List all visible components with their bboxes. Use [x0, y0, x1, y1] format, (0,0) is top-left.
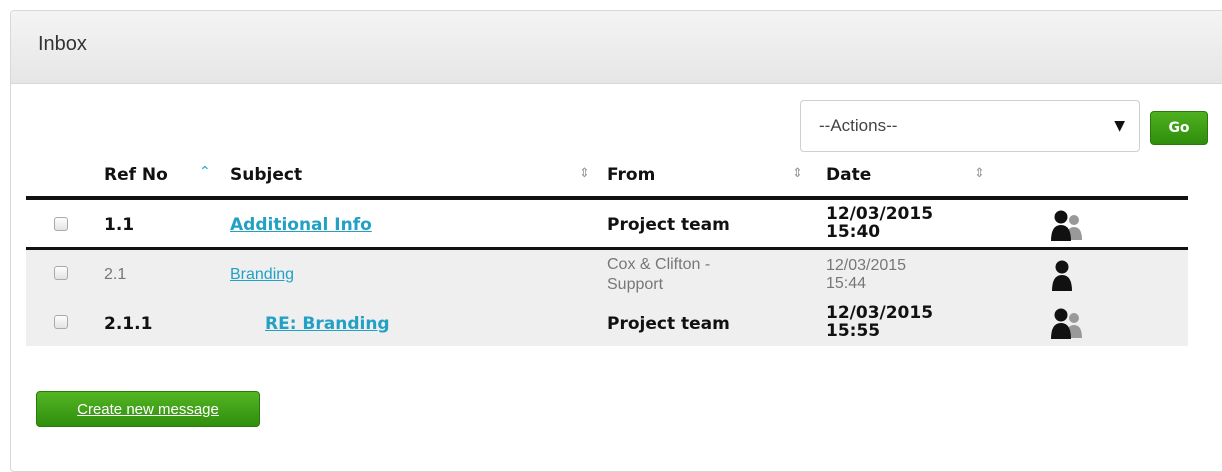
row-date: 12/03/2015 — [826, 204, 934, 224]
sort-icon[interactable]: ⇕ — [974, 166, 985, 181]
row-checkbox[interactable] — [54, 266, 68, 280]
row-ref: 2.1.1 — [104, 314, 153, 334]
group-users-icon — [1051, 210, 1082, 241]
row-from-line2: Support — [607, 276, 664, 293]
sort-asc-icon[interactable]: ⌃ — [199, 164, 211, 180]
actions-select-value: --Actions-- — [819, 116, 898, 135]
row-from-line1: Cox & Clifton - — [607, 256, 711, 273]
column-header-subject[interactable]: Subject — [230, 165, 302, 185]
row-ref: 2.1 — [104, 266, 127, 283]
panel-header: Inbox — [11, 11, 1222, 84]
row-subject-link[interactable]: RE: Branding — [265, 314, 390, 334]
sort-icon[interactable]: ⇕ — [792, 166, 803, 181]
column-header-ref-no[interactable]: Ref No — [104, 165, 168, 185]
row-checkbox[interactable] — [54, 315, 68, 329]
row-checkbox[interactable] — [54, 217, 68, 231]
sort-icon[interactable]: ⇕ — [579, 166, 590, 181]
row-from: Project team — [607, 314, 730, 334]
chevron-down-icon: ▼ — [1114, 118, 1125, 134]
single-user-icon — [1052, 260, 1072, 291]
create-new-message-button[interactable]: Create new message — [36, 391, 260, 427]
row-time: 15:40 — [826, 222, 881, 242]
row-date: 12/03/2015 — [826, 303, 934, 323]
row-time: 15:55 — [826, 321, 881, 341]
row-subject-link[interactable]: Branding — [230, 266, 294, 284]
row-subject-link[interactable]: Additional Info — [230, 215, 372, 235]
row-time: 15:44 — [826, 275, 867, 292]
actions-select[interactable]: --Actions-- ▼ — [800, 100, 1140, 152]
group-users-icon — [1051, 308, 1082, 339]
row-from: Project team — [607, 215, 730, 235]
column-header-date[interactable]: Date — [826, 165, 871, 185]
panel-title: Inbox — [38, 33, 87, 55]
column-header-from[interactable]: From — [607, 165, 655, 185]
row-ref: 1.1 — [104, 215, 135, 235]
row-date: 12/03/2015 — [826, 257, 907, 274]
go-button[interactable]: Go — [1150, 111, 1208, 145]
